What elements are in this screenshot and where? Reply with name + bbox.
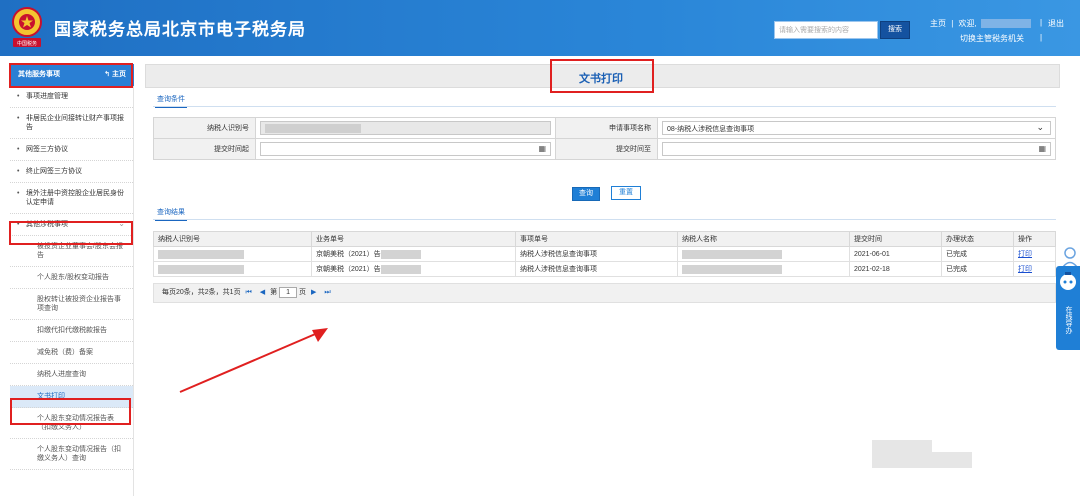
calendar-icon[interactable]: ▦ <box>1038 144 1046 153</box>
sidebar-subitem-withholding[interactable]: 扣缴代扣代缴税款报告 <box>10 320 133 342</box>
item-name-label: 申请事项名称 <box>555 117 658 139</box>
top-header: 中国税务 国家税务总局北京市电子税务局 请输入需要搜索的内容 搜索 主页 | 欢… <box>0 0 1080 56</box>
col-item-no: 事项单号 <box>515 231 678 247</box>
table-row: 京朝美税（2021）告 纳税人涉税信息查询事项 2021-06-01 已完成 打… <box>153 246 1056 262</box>
submit-from-input[interactable]: ▦ <box>260 142 551 156</box>
sidebar-item-resident-status[interactable]: 境外注册中资控股企业居民身份认定申请 <box>10 183 133 214</box>
highlight-sidebar-header <box>9 63 133 88</box>
welcome-text: 欢迎, <box>958 19 977 28</box>
sidebar-subitem-taxpayer-progress[interactable]: 纳税人进度查询 <box>10 364 133 386</box>
emblem-text: 中国税务 <box>16 41 37 47</box>
col-taxpayer-id: 纳税人识别号 <box>153 231 312 247</box>
calendar-icon[interactable]: ▦ <box>538 144 546 153</box>
highlight-document-print <box>10 398 131 425</box>
logout-link[interactable]: 退出 <box>1048 18 1064 29</box>
search-input[interactable]: 请输入需要搜索的内容 <box>774 21 878 39</box>
sidebar-subitem-equity-transfer-query[interactable]: 股权转让被投资企业报告事项查询 <box>10 289 133 320</box>
page-number-input[interactable]: 1 <box>279 286 298 298</box>
col-biz-no: 业务单号 <box>311 231 516 247</box>
chevron-down-icon: ⌄ <box>1036 122 1044 132</box>
highlight-other-tax <box>9 221 133 245</box>
print-link[interactable]: 打印 <box>1018 266 1032 273</box>
pagination-bar: 每页20条，共2条，共1页 ⏮ ◀ 第 1 页 ▶ ⏭ <box>153 283 1056 303</box>
username-blurred <box>981 19 1032 29</box>
prev-page-icon[interactable]: ◀ <box>260 289 265 296</box>
highlight-page-title <box>550 59 654 93</box>
service-icon[interactable] <box>1062 246 1078 268</box>
print-link[interactable]: 打印 <box>1018 251 1032 258</box>
search-button[interactable]: 搜索 <box>880 21 910 39</box>
results-table: 纳税人识别号 业务单号 事项单号 纳税人名称 提交时间 办理状态 操作 京朝美税… <box>153 231 1056 277</box>
online-guide-label: 在线导办 <box>1065 306 1072 334</box>
item-name-select[interactable]: 08-纳税人涉税信息查询事项 ⌄ <box>662 121 1051 135</box>
col-action: 操作 <box>1013 231 1056 247</box>
sidebar-item-end-tripartite[interactable]: 终止网签三方协议 <box>10 161 133 183</box>
last-page-icon[interactable]: ⏭ <box>324 289 330 296</box>
main-content: 文书打印 查询条件 纳税人识别号 申请事项名称 08-纳税人涉税信息查询事项 ⌄… <box>145 64 1070 496</box>
site-title: 国家税务总局北京市电子税务局 <box>54 20 306 39</box>
sidebar-item-nonresident-report[interactable]: 非居民企业间接转让财产事项报告 <box>10 108 133 139</box>
sidebar-item-progress[interactable]: 事项进度管理 <box>10 86 133 108</box>
pager-summary: 每页20条，共2条，共1页 <box>162 289 241 296</box>
col-taxpayer-name: 纳税人名称 <box>677 231 850 247</box>
reset-button[interactable]: 重置 <box>611 186 641 200</box>
sidebar-subitem-tax-relief[interactable]: 减免税（费）备案 <box>10 342 133 364</box>
submit-to-label: 提交时间至 <box>555 138 658 160</box>
next-page-icon[interactable]: ▶ <box>311 289 316 296</box>
sidebar-item-tripartite[interactable]: 网签三方协议 <box>10 139 133 161</box>
sidebar-subitem-shareholder-query[interactable]: 个人股东变动情况报告（扣缴义务人）查询 <box>10 439 133 470</box>
sidebar-subitem-equity-change[interactable]: 个人股东/股权变动报告 <box>10 267 133 289</box>
query-button[interactable]: 查询 <box>572 187 600 201</box>
first-page-icon[interactable]: ⏮ <box>246 289 252 296</box>
taxpayer-id-label: 纳税人识别号 <box>153 117 256 139</box>
robot-icon <box>1060 272 1076 290</box>
query-form: 纳税人识别号 申请事项名称 08-纳税人涉税信息查询事项 ⌄ 提交时间起 ▦ 提… <box>153 117 1056 160</box>
col-status: 办理状态 <box>941 231 1014 247</box>
submit-to-input[interactable]: ▦ <box>662 142 1051 156</box>
blurred-watermark <box>932 452 972 468</box>
submit-from-label: 提交时间起 <box>153 138 256 160</box>
switch-org-link[interactable]: 切换主管税务机关 <box>960 33 1024 44</box>
online-guide-widget[interactable]: 在线导办 <box>1056 266 1080 350</box>
col-submit-time: 提交时间 <box>849 231 942 247</box>
sidebar: 其他服务事项 ↰ 主页 事项进度管理 非居民企业间接转让财产事项报告 网签三方协… <box>10 64 134 496</box>
annotation-arrow-icon <box>179 328 328 393</box>
taxpayer-id-field <box>260 121 551 135</box>
table-row: 京朝美税（2021）告 纳税人涉税信息查询事项 2021-02-18 已完成 打… <box>153 261 1056 277</box>
home-link[interactable]: 主页 <box>930 18 946 29</box>
blurred-watermark <box>872 440 932 468</box>
